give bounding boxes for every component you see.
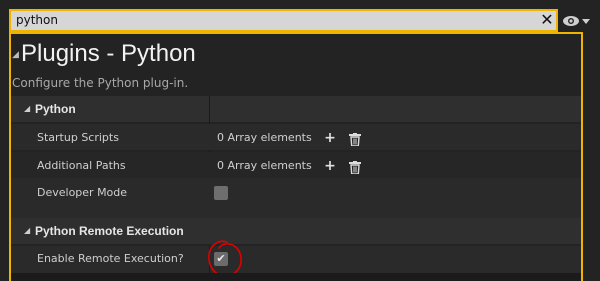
eye-icon bbox=[563, 16, 590, 26]
collapse-arrow-icon[interactable]: ◢ bbox=[24, 104, 30, 113]
developer-mode-checkbox[interactable] bbox=[214, 186, 228, 200]
collapse-arrow-icon[interactable]: ◢ bbox=[12, 50, 19, 60]
property-label: Developer Mode bbox=[37, 186, 128, 199]
clear-array-button[interactable] bbox=[349, 159, 361, 175]
array-count: 0 Array elements bbox=[217, 131, 312, 144]
clear-search-button[interactable]: ✕ bbox=[538, 11, 556, 29]
plus-icon: + bbox=[324, 158, 336, 174]
array-count: 0 Array elements bbox=[217, 159, 312, 172]
category-python[interactable] bbox=[11, 96, 581, 122]
property-label: Startup Scripts bbox=[37, 131, 119, 144]
trash-icon bbox=[349, 133, 361, 147]
property-label: Enable Remote Execution? bbox=[37, 252, 184, 265]
close-icon: ✕ bbox=[540, 10, 554, 29]
view-options-button[interactable] bbox=[562, 13, 594, 29]
collapse-arrow-icon[interactable]: ◢ bbox=[24, 226, 30, 235]
category-label: Python bbox=[35, 102, 76, 116]
category-label: Python Remote Execution bbox=[35, 224, 184, 238]
plus-icon: + bbox=[324, 130, 336, 146]
page-title: Plugins - Python bbox=[21, 40, 196, 67]
clear-array-button[interactable] bbox=[349, 131, 361, 147]
add-element-button[interactable]: + bbox=[324, 130, 336, 146]
page-description: Configure the Python plug-in. bbox=[12, 76, 189, 90]
property-label: Additional Paths bbox=[37, 159, 126, 172]
panel-footer bbox=[11, 273, 581, 281]
search-box[interactable] bbox=[9, 9, 558, 32]
trash-icon bbox=[349, 161, 361, 175]
chevron-down-icon bbox=[582, 19, 590, 24]
add-element-button[interactable]: + bbox=[324, 158, 336, 174]
search-input[interactable]: python bbox=[16, 13, 58, 27]
